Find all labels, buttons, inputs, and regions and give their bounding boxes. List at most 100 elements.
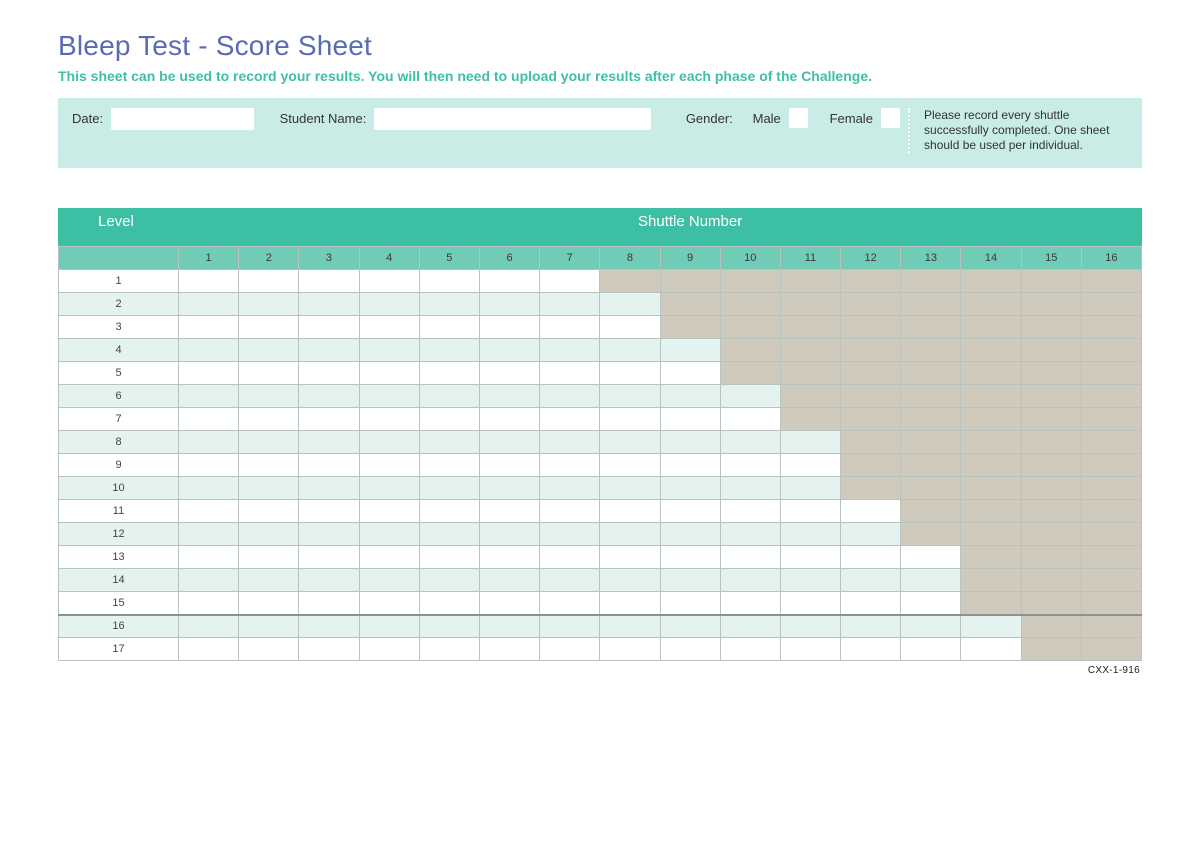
shuttle-cell[interactable] — [720, 592, 780, 615]
shuttle-cell[interactable] — [841, 592, 901, 615]
shuttle-cell[interactable] — [419, 293, 479, 316]
shuttle-cell[interactable] — [239, 316, 299, 339]
shuttle-cell[interactable] — [179, 454, 239, 477]
shuttle-cell[interactable] — [479, 316, 539, 339]
shuttle-cell[interactable] — [179, 408, 239, 431]
shuttle-cell[interactable] — [299, 546, 359, 569]
shuttle-cell[interactable] — [540, 477, 600, 500]
shuttle-cell[interactable] — [540, 385, 600, 408]
shuttle-cell[interactable] — [359, 477, 419, 500]
shuttle-cell[interactable] — [660, 362, 720, 385]
shuttle-cell[interactable] — [419, 270, 479, 293]
shuttle-cell[interactable] — [479, 638, 539, 661]
shuttle-cell[interactable] — [600, 454, 660, 477]
shuttle-cell[interactable] — [239, 592, 299, 615]
shuttle-cell[interactable] — [179, 385, 239, 408]
shuttle-cell[interactable] — [359, 385, 419, 408]
shuttle-cell[interactable] — [479, 454, 539, 477]
shuttle-cell[interactable] — [359, 615, 419, 638]
shuttle-cell[interactable] — [780, 477, 840, 500]
shuttle-cell[interactable] — [299, 615, 359, 638]
shuttle-cell[interactable] — [239, 270, 299, 293]
shuttle-cell[interactable] — [660, 431, 720, 454]
shuttle-cell[interactable] — [419, 385, 479, 408]
shuttle-cell[interactable] — [540, 408, 600, 431]
shuttle-cell[interactable] — [179, 523, 239, 546]
shuttle-cell[interactable] — [600, 638, 660, 661]
shuttle-cell[interactable] — [540, 500, 600, 523]
shuttle-cell[interactable] — [720, 569, 780, 592]
shuttle-cell[interactable] — [600, 569, 660, 592]
student-name-input[interactable] — [374, 108, 650, 130]
shuttle-cell[interactable] — [359, 454, 419, 477]
shuttle-cell[interactable] — [299, 293, 359, 316]
shuttle-cell[interactable] — [239, 569, 299, 592]
shuttle-cell[interactable] — [901, 592, 961, 615]
shuttle-cell[interactable] — [239, 362, 299, 385]
shuttle-cell[interactable] — [540, 431, 600, 454]
shuttle-cell[interactable] — [359, 638, 419, 661]
shuttle-cell[interactable] — [720, 431, 780, 454]
shuttle-cell[interactable] — [419, 615, 479, 638]
shuttle-cell[interactable] — [299, 431, 359, 454]
shuttle-cell[interactable] — [720, 408, 780, 431]
shuttle-cell[interactable] — [359, 408, 419, 431]
shuttle-cell[interactable] — [419, 546, 479, 569]
shuttle-cell[interactable] — [540, 592, 600, 615]
shuttle-cell[interactable] — [299, 316, 359, 339]
shuttle-cell[interactable] — [179, 316, 239, 339]
shuttle-cell[interactable] — [359, 339, 419, 362]
shuttle-cell[interactable] — [479, 615, 539, 638]
shuttle-cell[interactable] — [359, 569, 419, 592]
shuttle-cell[interactable] — [359, 546, 419, 569]
shuttle-cell[interactable] — [540, 638, 600, 661]
shuttle-cell[interactable] — [720, 523, 780, 546]
shuttle-cell[interactable] — [780, 523, 840, 546]
shuttle-cell[interactable] — [780, 431, 840, 454]
shuttle-cell[interactable] — [479, 592, 539, 615]
shuttle-cell[interactable] — [600, 385, 660, 408]
shuttle-cell[interactable] — [179, 270, 239, 293]
shuttle-cell[interactable] — [901, 615, 961, 638]
shuttle-cell[interactable] — [841, 638, 901, 661]
shuttle-cell[interactable] — [479, 500, 539, 523]
shuttle-cell[interactable] — [660, 454, 720, 477]
shuttle-cell[interactable] — [660, 500, 720, 523]
shuttle-cell[interactable] — [660, 546, 720, 569]
shuttle-cell[interactable] — [419, 408, 479, 431]
shuttle-cell[interactable] — [299, 385, 359, 408]
shuttle-cell[interactable] — [239, 454, 299, 477]
shuttle-cell[interactable] — [540, 546, 600, 569]
shuttle-cell[interactable] — [540, 362, 600, 385]
shuttle-cell[interactable] — [660, 477, 720, 500]
shuttle-cell[interactable] — [600, 592, 660, 615]
shuttle-cell[interactable] — [239, 523, 299, 546]
shuttle-cell[interactable] — [600, 339, 660, 362]
shuttle-cell[interactable] — [239, 546, 299, 569]
shuttle-cell[interactable] — [299, 477, 359, 500]
shuttle-cell[interactable] — [600, 615, 660, 638]
shuttle-cell[interactable] — [660, 615, 720, 638]
shuttle-cell[interactable] — [479, 569, 539, 592]
shuttle-cell[interactable] — [600, 316, 660, 339]
shuttle-cell[interactable] — [479, 431, 539, 454]
shuttle-cell[interactable] — [179, 638, 239, 661]
shuttle-cell[interactable] — [359, 316, 419, 339]
shuttle-cell[interactable] — [239, 638, 299, 661]
shuttle-cell[interactable] — [419, 569, 479, 592]
shuttle-cell[interactable] — [780, 615, 840, 638]
shuttle-cell[interactable] — [299, 569, 359, 592]
shuttle-cell[interactable] — [479, 546, 539, 569]
shuttle-cell[interactable] — [419, 592, 479, 615]
shuttle-cell[interactable] — [299, 270, 359, 293]
shuttle-cell[interactable] — [660, 385, 720, 408]
shuttle-cell[interactable] — [780, 569, 840, 592]
shuttle-cell[interactable] — [841, 523, 901, 546]
shuttle-cell[interactable] — [660, 408, 720, 431]
shuttle-cell[interactable] — [299, 500, 359, 523]
shuttle-cell[interactable] — [179, 339, 239, 362]
shuttle-cell[interactable] — [780, 592, 840, 615]
shuttle-cell[interactable] — [419, 362, 479, 385]
shuttle-cell[interactable] — [299, 339, 359, 362]
shuttle-cell[interactable] — [540, 569, 600, 592]
